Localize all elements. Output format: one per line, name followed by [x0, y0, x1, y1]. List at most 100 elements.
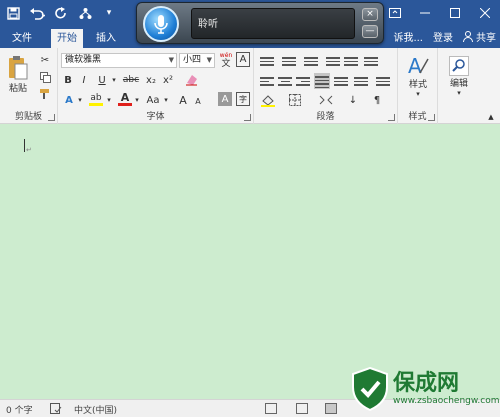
qat-dropdown-icon[interactable]: ▾ [100, 4, 118, 22]
styles-button[interactable]: A 样式 ▾ [402, 52, 434, 100]
shading-icon[interactable] [260, 93, 276, 107]
character-border-button[interactable]: A [236, 52, 250, 67]
paste-icon [9, 55, 28, 79]
line-spacing-icon[interactable] [354, 75, 368, 87]
change-case-button[interactable]: Aa [144, 93, 162, 107]
font-group: 微软雅黑 ▼ 小四 ▼ wén 文 A B I U ▾ abc x₂ x² A ▾ … [58, 48, 254, 124]
bullets-icon[interactable] [260, 55, 274, 67]
decrease-indent-icon[interactable] [326, 55, 340, 67]
customize-icon[interactable] [76, 4, 94, 22]
distributed-icon[interactable] [334, 75, 348, 87]
web-layout-icon[interactable] [325, 403, 337, 414]
undo-icon[interactable] [28, 4, 46, 22]
tab-home[interactable]: 开始 [51, 29, 83, 48]
tab-file[interactable]: 文件 [6, 29, 38, 48]
superscript-button[interactable]: x² [161, 73, 175, 87]
chevron-down-icon[interactable]: ▾ [162, 93, 170, 107]
character-shading-icon[interactable]: A [218, 92, 232, 106]
strikethrough-button[interactable]: abc [122, 73, 140, 87]
styles-launcher-icon[interactable] [428, 114, 435, 121]
document-canvas[interactable] [0, 125, 500, 399]
chevron-down-icon: ▼ [206, 56, 212, 64]
speech-status-text: 聆听 [191, 8, 355, 39]
clipboard-group: 粘贴 ✂ 剪贴板 [0, 48, 58, 124]
grow-font-button[interactable]: A [176, 93, 190, 107]
window-controls [380, 0, 500, 26]
highlight-color-button[interactable]: ab [88, 91, 104, 107]
cut-icon[interactable]: ✂ [38, 54, 52, 66]
editing-label: 编辑 [449, 78, 468, 89]
watermark: 保成网 www.zsbaochengw.com [345, 360, 500, 417]
quick-access-toolbar: ▾ [4, 4, 118, 22]
editing-group: 编辑 ▾ [438, 48, 478, 124]
chevron-down-icon[interactable]: ▾ [105, 93, 113, 107]
align-center-icon[interactable] [278, 75, 292, 87]
underline-dropdown-icon[interactable]: ▾ [110, 73, 118, 87]
speech-recognition-bar: 聆听 × — [136, 2, 384, 44]
font-size-value: 小四 [183, 55, 202, 65]
font-color-button[interactable]: A [118, 91, 132, 107]
svg-text:A: A [408, 55, 422, 77]
share-button[interactable]: 共享 [463, 29, 496, 44]
increase-indent-icon[interactable] [344, 55, 358, 67]
microphone-button[interactable] [143, 6, 179, 42]
font-launcher-icon[interactable] [244, 114, 251, 121]
language-status[interactable]: 中文(中国) [74, 403, 117, 416]
restore-icon[interactable] [440, 0, 470, 26]
multilevel-list-icon[interactable] [304, 55, 318, 67]
font-size-select[interactable]: 小四 ▼ [179, 53, 215, 68]
justify-icon[interactable] [314, 73, 330, 89]
close-speech-button[interactable]: × [362, 8, 378, 21]
align-right-icon[interactable] [296, 75, 310, 87]
print-layout-icon[interactable] [296, 403, 308, 414]
clipboard-launcher-icon[interactable] [48, 114, 55, 121]
paste-button[interactable]: 粘贴 [4, 52, 32, 96]
chevron-down-icon: ▼ [168, 56, 174, 64]
editing-button[interactable]: 编辑 ▾ [444, 52, 474, 100]
underline-button[interactable]: U [96, 73, 108, 87]
redo-icon[interactable] [52, 4, 70, 22]
styles-group: A 样式 ▾ 样式 [398, 48, 438, 124]
read-mode-icon[interactable] [265, 403, 277, 414]
share-label: 共享 [476, 33, 496, 44]
save-icon[interactable] [4, 4, 22, 22]
show-marks-icon[interactable]: ¶ [370, 93, 384, 107]
minimize-icon[interactable] [410, 0, 440, 26]
format-painter-icon[interactable] [38, 88, 52, 100]
paragraph-group: ↓ ¶ 段落 [254, 48, 398, 124]
italic-button[interactable]: I [78, 73, 90, 87]
styles-icon: A [408, 55, 429, 77]
sort-icon[interactable]: ↓ [346, 93, 360, 107]
sort-paragraph-icon[interactable] [376, 75, 390, 87]
text-effects-icon[interactable]: A [62, 93, 76, 107]
chevron-down-icon[interactable]: ▾ [133, 93, 141, 107]
font-name-select[interactable]: 微软雅黑 ▼ [61, 53, 177, 68]
minimize-speech-button[interactable]: — [362, 25, 378, 38]
login-link[interactable]: 登录 [433, 29, 453, 44]
clear-formatting-icon[interactable] [184, 72, 198, 86]
ribbon-display-icon[interactable] [380, 0, 410, 26]
ribbon-home: 粘贴 ✂ 剪贴板 微软雅黑 ▼ 小四 ▼ wén 文 A B I U ▾ abc x… [0, 48, 500, 124]
phonetic-guide-button[interactable]: wén 文 [219, 51, 233, 69]
enclose-characters-icon[interactable]: 字 [236, 92, 250, 106]
tab-insert[interactable]: 插入 [90, 29, 122, 48]
bold-button[interactable]: B [62, 73, 74, 87]
highlight-swatch [89, 102, 103, 106]
collapse-ribbon-icon[interactable]: ▲ [486, 112, 496, 122]
asian-typography-icon[interactable] [318, 93, 334, 107]
borders-icon[interactable] [288, 93, 302, 107]
numbering-icon[interactable] [282, 55, 296, 67]
shrink-font-button[interactable]: A [192, 95, 204, 107]
tell-me-search[interactable]: 诉我... [393, 29, 423, 44]
paragraph-launcher-icon[interactable] [388, 114, 395, 121]
copy-icon[interactable] [38, 71, 52, 83]
chinese-layout-icon[interactable] [364, 55, 378, 67]
close-icon[interactable] [470, 0, 500, 26]
subscript-button[interactable]: x₂ [144, 73, 158, 87]
chevron-down-icon: ▾ [457, 88, 461, 97]
chevron-down-icon[interactable]: ▾ [76, 93, 84, 107]
microphone-icon [154, 15, 168, 34]
proofing-icon[interactable] [50, 403, 62, 417]
word-count[interactable]: 0 个字 [6, 403, 33, 416]
align-left-icon[interactable] [260, 75, 274, 87]
